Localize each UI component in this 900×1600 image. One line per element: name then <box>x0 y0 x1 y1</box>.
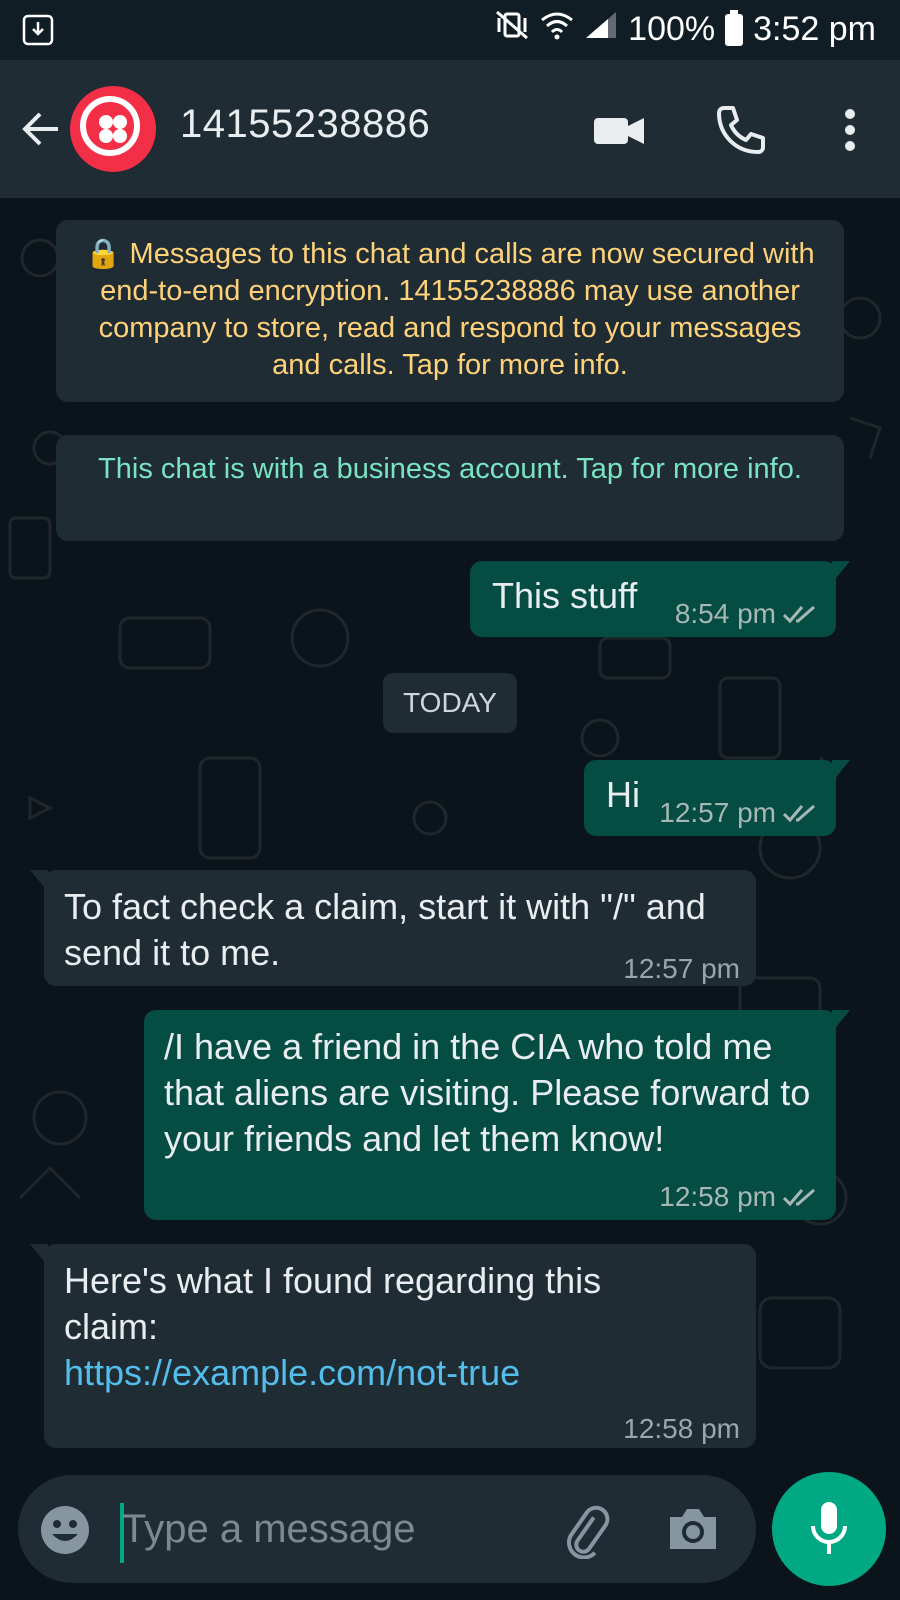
more-options-icon[interactable] <box>820 100 880 160</box>
encryption-notice[interactable]: 🔒 Messages to this chat and calls are no… <box>56 220 844 402</box>
incoming-message[interactable]: Here's what I found regarding this claim… <box>30 1244 756 1448</box>
voice-call-icon[interactable] <box>710 100 770 160</box>
business-account-notice[interactable]: This chat is with a business account. Ta… <box>56 435 844 541</box>
back-arrow-icon[interactable] <box>18 106 64 152</box>
message-text: Hi <box>606 774 640 815</box>
contact-name[interactable]: 14155238886 <box>180 102 430 147</box>
message-link[interactable]: https://example.com/not-true <box>64 1350 520 1396</box>
message-text: This stuff <box>492 575 638 616</box>
status-bar: 100% 3:52 pm <box>0 0 900 60</box>
signal-icon <box>584 10 618 49</box>
read-receipt-icon <box>782 804 815 823</box>
message-time: 12:58 pm <box>659 1181 776 1212</box>
read-receipt-icon <box>782 605 815 624</box>
battery-percent: 100% <box>628 10 716 48</box>
voice-record-button[interactable] <box>772 1472 886 1586</box>
message-input-container[interactable] <box>18 1475 756 1583</box>
message-text: /I have a friend in the CIA who told me … <box>164 1026 811 1159</box>
date-divider: TODAY <box>383 673 517 733</box>
outgoing-message[interactable]: /I have a friend in the CIA who told me … <box>144 1010 850 1220</box>
wifi-icon <box>540 10 574 49</box>
avatar[interactable] <box>70 86 156 172</box>
incoming-message[interactable]: To fact check a claim, start it with "/"… <box>30 870 756 986</box>
microphone-icon <box>811 1502 847 1554</box>
message-text: Here's what I found regarding this claim… <box>64 1260 602 1347</box>
message-time: 8:54 pm <box>674 598 776 629</box>
battery-icon <box>725 9 744 46</box>
message-input[interactable] <box>122 1507 542 1552</box>
outgoing-message[interactable]: Hi 12:57 pm <box>584 760 850 836</box>
message-time: 12:58 pm <box>623 1413 740 1444</box>
message-time: 12:57 pm <box>659 797 776 828</box>
chat-header: 14155238886 <box>0 60 900 198</box>
clock: 3:52 pm <box>753 10 876 48</box>
video-call-icon[interactable] <box>590 100 650 160</box>
read-receipt-icon <box>782 1188 815 1207</box>
attach-icon[interactable] <box>558 1503 614 1560</box>
camera-icon[interactable] <box>666 1505 720 1553</box>
message-time: 12:57 pm <box>623 953 740 984</box>
outgoing-message[interactable]: This stuff 8:54 pm <box>470 561 850 637</box>
vibrate-icon <box>494 10 530 49</box>
download-notification-icon <box>22 14 54 51</box>
chat-area[interactable]: 🔒 Messages to this chat and calls are no… <box>0 198 900 1458</box>
emoji-icon[interactable] <box>40 1505 90 1555</box>
input-bar <box>0 1458 900 1600</box>
